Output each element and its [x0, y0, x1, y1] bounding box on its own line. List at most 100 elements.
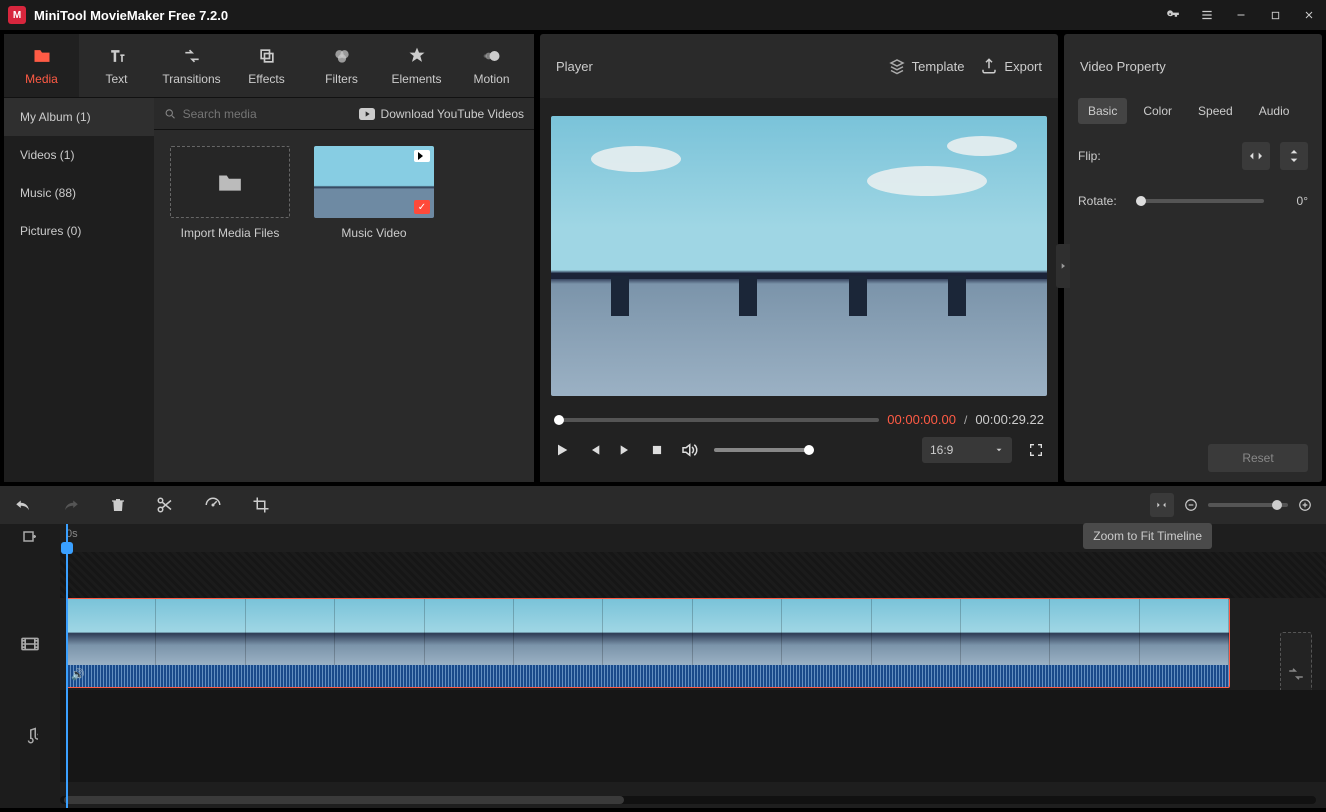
tab-motion[interactable]: Motion — [454, 34, 529, 97]
property-title: Video Property — [1064, 34, 1322, 98]
rotate-label: Rotate: — [1078, 194, 1126, 208]
sidebar-item-videos[interactable]: Videos (1) — [4, 136, 154, 174]
titlebar: M MiniTool MovieMaker Free 7.2.0 — [0, 0, 1326, 30]
media-library-panel: Media Text Transitions Effects Filters E… — [4, 34, 534, 482]
audio-track[interactable] — [60, 690, 1326, 782]
overlay-track[interactable] — [60, 552, 1326, 598]
zoom-fit-tooltip: Zoom to Fit Timeline — [1083, 523, 1212, 549]
add-track-button[interactable] — [0, 524, 60, 552]
sidebar-item-pictures[interactable]: Pictures (0) — [4, 212, 154, 250]
tab-text-label: Text — [105, 72, 127, 86]
import-media-label: Import Media Files — [181, 226, 280, 240]
tab-elements[interactable]: Elements — [379, 34, 454, 97]
player-panel: Player Template Export — [540, 34, 1058, 482]
zoom-out-button[interactable] — [1184, 498, 1198, 512]
overlay-track-header — [0, 552, 60, 598]
zoom-in-button[interactable] — [1298, 498, 1312, 512]
tab-motion-label: Motion — [473, 72, 509, 86]
tab-transitions-label: Transitions — [162, 72, 220, 86]
tab-filters-label: Filters — [325, 72, 358, 86]
library-sidebar: My Album (1) Videos (1) Music (88) Pictu… — [4, 98, 154, 482]
sidebar-item-myalbum[interactable]: My Album (1) — [4, 98, 154, 136]
zoom-slider[interactable] — [1208, 503, 1288, 507]
time-total: 00:00:29.22 — [975, 412, 1044, 427]
youtube-icon — [359, 108, 375, 120]
hamburger-menu-icon[interactable] — [1198, 6, 1216, 24]
crop-button[interactable] — [252, 496, 270, 514]
tab-text[interactable]: Text — [79, 34, 154, 97]
download-youtube-label: Download YouTube Videos — [381, 107, 524, 121]
template-label: Template — [912, 59, 965, 74]
aspect-ratio-select[interactable]: 16:9 — [922, 437, 1012, 463]
seek-slider[interactable] — [554, 418, 879, 422]
time-separator: / — [964, 413, 967, 427]
prop-tab-color[interactable]: Color — [1133, 98, 1182, 124]
media-item-musicvideo[interactable]: ✓ Music Video — [314, 146, 434, 466]
prev-frame-button[interactable] — [586, 442, 602, 458]
search-input[interactable] — [183, 107, 349, 121]
search-media[interactable] — [164, 107, 349, 121]
flip-vertical-button[interactable] — [1280, 142, 1308, 170]
rotate-value: 0° — [1274, 194, 1308, 208]
export-button[interactable]: Export — [980, 57, 1042, 75]
close-icon[interactable] — [1300, 6, 1318, 24]
template-button[interactable]: Template — [888, 57, 965, 75]
split-button[interactable] — [156, 496, 174, 514]
search-icon — [164, 107, 177, 121]
video-preview[interactable] — [551, 116, 1047, 396]
flip-label: Flip: — [1078, 149, 1126, 163]
reset-button[interactable]: Reset — [1208, 444, 1308, 472]
download-youtube-button[interactable]: Download YouTube Videos — [359, 107, 524, 121]
export-icon — [980, 57, 998, 75]
app-logo: M — [8, 6, 26, 24]
clip-audio-icon: 🔊 — [71, 668, 85, 681]
tab-effects[interactable]: Effects — [229, 34, 304, 97]
video-clip[interactable]: 🔊 — [66, 598, 1230, 688]
app-title: MiniTool MovieMaker Free 7.2.0 — [34, 8, 1164, 23]
tab-media[interactable]: Media — [4, 34, 79, 97]
license-key-icon[interactable] — [1164, 6, 1182, 24]
flip-horizontal-button[interactable] — [1242, 142, 1270, 170]
speed-button[interactable] — [204, 496, 222, 514]
play-button[interactable] — [554, 442, 570, 458]
tab-filters[interactable]: Filters — [304, 34, 379, 97]
player-title: Player — [556, 59, 872, 74]
tab-media-label: Media — [25, 72, 58, 86]
zoom-fit-button[interactable] — [1150, 493, 1174, 517]
video-property-panel: Video Property Basic Color Speed Audio F… — [1064, 34, 1322, 482]
fullscreen-button[interactable] — [1028, 442, 1044, 458]
next-frame-button[interactable] — [618, 442, 634, 458]
chevron-down-icon — [994, 445, 1004, 455]
template-icon — [888, 57, 906, 75]
tab-effects-label: Effects — [248, 72, 284, 86]
export-label: Export — [1004, 59, 1042, 74]
maximize-icon[interactable] — [1266, 6, 1284, 24]
timeline-toolbar: Zoom to Fit Timeline — [0, 486, 1326, 524]
stop-button[interactable] — [650, 443, 664, 457]
video-type-icon — [414, 150, 430, 162]
playhead[interactable] — [66, 524, 68, 808]
minimize-icon[interactable] — [1232, 6, 1250, 24]
audio-track-icon — [0, 690, 60, 782]
tab-transitions[interactable]: Transitions — [154, 34, 229, 97]
volume-slider[interactable] — [714, 448, 814, 452]
volume-button[interactable] — [680, 441, 698, 459]
prop-tab-speed[interactable]: Speed — [1188, 98, 1243, 124]
undo-button[interactable] — [14, 497, 32, 513]
redo-button[interactable] — [62, 497, 80, 513]
sidebar-item-music[interactable]: Music (88) — [4, 174, 154, 212]
delete-button[interactable] — [110, 496, 126, 514]
timeline-panel: Zoom to Fit Timeline 0s — [0, 486, 1326, 808]
aspect-ratio-value: 16:9 — [930, 443, 953, 457]
prop-tab-basic[interactable]: Basic — [1078, 98, 1127, 124]
prop-tab-audio[interactable]: Audio — [1249, 98, 1300, 124]
media-item-label: Music Video — [341, 226, 406, 240]
added-check-icon: ✓ — [414, 200, 430, 214]
import-media-button[interactable]: Import Media Files — [170, 146, 290, 466]
rotate-slider[interactable] — [1136, 199, 1264, 203]
timeline-scrollbar[interactable] — [60, 796, 1316, 804]
tab-elements-label: Elements — [391, 72, 441, 86]
collapse-property-button[interactable] — [1056, 244, 1070, 288]
folder-icon — [217, 171, 243, 193]
library-category-tabs: Media Text Transitions Effects Filters E… — [4, 34, 534, 98]
